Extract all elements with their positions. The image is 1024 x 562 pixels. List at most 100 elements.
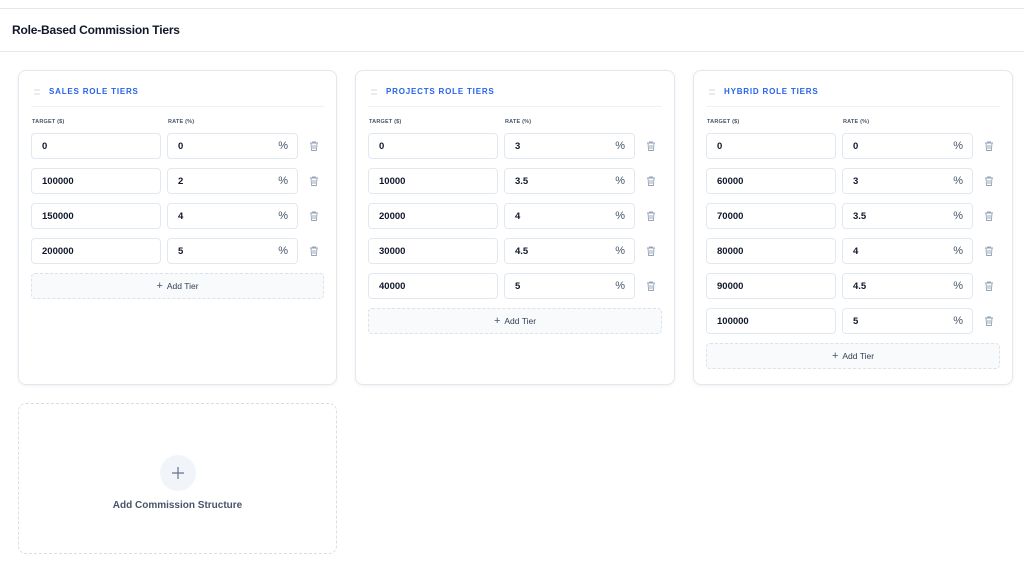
trash-icon[interactable]	[645, 245, 657, 257]
trash-icon[interactable]	[983, 245, 995, 257]
rate-input[interactable]: 2%	[167, 168, 298, 194]
add-tier-button[interactable]: + Add Tier	[31, 273, 324, 299]
tier-row: 200000 5%	[31, 238, 324, 264]
tier-row: 70000 3.5%	[706, 203, 1000, 229]
rate-value: 3	[515, 140, 521, 152]
rate-value: 4.5	[853, 280, 867, 292]
column-headers: TARGET ($) RATE (%)	[31, 119, 324, 133]
rate-input[interactable]: 5%	[167, 238, 298, 264]
add-commission-structure-button[interactable]: Add Commission Structure	[18, 403, 337, 554]
rate-column-header: RATE (%)	[843, 119, 870, 125]
rate-input[interactable]: 3%	[504, 133, 635, 159]
tier-row: 20000 4%	[368, 203, 662, 229]
rate-column-header: RATE (%)	[505, 119, 532, 125]
trash-icon[interactable]	[645, 175, 657, 187]
rate-input[interactable]: 3.5%	[842, 203, 973, 229]
page-title: Role-Based Commission Tiers	[12, 23, 180, 37]
tier-row: 0 0%	[706, 133, 1000, 159]
tier-row: 30000 4.5%	[368, 238, 662, 264]
drag-handle-icon[interactable]	[33, 88, 41, 96]
target-input[interactable]: 90000	[706, 273, 836, 299]
trash-icon[interactable]	[645, 140, 657, 152]
add-tier-label: Add Tier	[504, 316, 537, 326]
rate-value: 5	[515, 280, 521, 292]
drag-handle-icon[interactable]	[370, 88, 378, 96]
rate-input[interactable]: 5%	[842, 308, 973, 334]
add-tier-label: Add Tier	[842, 351, 875, 361]
tier-row: 40000 5%	[368, 273, 662, 299]
target-input[interactable]: 70000	[706, 203, 836, 229]
percent-suffix: %	[953, 280, 963, 292]
percent-suffix: %	[615, 140, 625, 152]
tier-row: 90000 4.5%	[706, 273, 1000, 299]
tier-row: 100000 2%	[31, 168, 324, 194]
target-input[interactable]: 100000	[706, 308, 836, 334]
target-input[interactable]: 150000	[31, 203, 161, 229]
rate-input[interactable]: 4%	[504, 203, 635, 229]
target-input[interactable]: 0	[368, 133, 498, 159]
tier-row: 0 3%	[368, 133, 662, 159]
tier-row: 100000 5%	[706, 308, 1000, 334]
rate-input[interactable]: 5%	[504, 273, 635, 299]
rate-value: 0	[178, 140, 184, 152]
target-input[interactable]: 40000	[368, 273, 498, 299]
tier-row: 80000 4%	[706, 238, 1000, 264]
target-input[interactable]: 30000	[368, 238, 498, 264]
target-column-header: TARGET ($)	[707, 119, 740, 125]
card-header: PROJECTS ROLE TIERS	[368, 71, 662, 107]
trash-icon[interactable]	[308, 210, 320, 222]
rate-input[interactable]: 4.5%	[504, 238, 635, 264]
trash-icon[interactable]	[308, 245, 320, 257]
rate-input[interactable]: 4%	[842, 238, 973, 264]
trash-icon[interactable]	[308, 175, 320, 187]
rate-input[interactable]: 0%	[842, 133, 973, 159]
rate-input[interactable]: 4%	[167, 203, 298, 229]
trash-icon[interactable]	[983, 175, 995, 187]
rate-value: 4	[515, 210, 521, 222]
target-input[interactable]: 10000	[368, 168, 498, 194]
target-input[interactable]: 80000	[706, 238, 836, 264]
projects-tiers-card: PROJECTS ROLE TIERS TARGET ($) RATE (%) …	[355, 70, 675, 385]
trash-icon[interactable]	[645, 280, 657, 292]
target-input[interactable]: 100000	[31, 168, 161, 194]
target-input[interactable]: 200000	[31, 238, 161, 264]
plus-icon	[171, 466, 184, 479]
drag-handle-icon[interactable]	[708, 88, 716, 96]
trash-icon[interactable]	[308, 140, 320, 152]
percent-suffix: %	[953, 210, 963, 222]
rate-input[interactable]: 4.5%	[842, 273, 973, 299]
percent-suffix: %	[615, 175, 625, 187]
column-headers: TARGET ($) RATE (%)	[368, 119, 662, 133]
rate-input[interactable]: 3.5%	[504, 168, 635, 194]
rate-input[interactable]: 0%	[167, 133, 298, 159]
sales-tiers-card: SALES ROLE TIERS TARGET ($) RATE (%) 0 0…	[18, 70, 337, 385]
rate-value: 3	[853, 175, 859, 187]
add-tier-button[interactable]: + Add Tier	[368, 308, 662, 334]
target-input[interactable]: 0	[31, 133, 161, 159]
trash-icon[interactable]	[983, 315, 995, 327]
card-title: PROJECTS ROLE TIERS	[386, 87, 495, 96]
percent-suffix: %	[278, 245, 288, 257]
add-tier-button[interactable]: + Add Tier	[706, 343, 1000, 369]
column-headers: TARGET ($) RATE (%)	[706, 119, 1000, 133]
target-input[interactable]: 0	[706, 133, 836, 159]
trash-icon[interactable]	[983, 280, 995, 292]
trash-icon[interactable]	[983, 210, 995, 222]
rate-value: 0	[853, 140, 859, 152]
rate-value: 2	[178, 175, 184, 187]
percent-suffix: %	[615, 280, 625, 292]
rate-column-header: RATE (%)	[168, 119, 195, 125]
trash-icon[interactable]	[983, 140, 995, 152]
tier-row: 0 0%	[31, 133, 324, 159]
rate-value: 4	[853, 245, 859, 257]
target-input[interactable]: 20000	[368, 203, 498, 229]
target-input[interactable]: 60000	[706, 168, 836, 194]
page-header: Role-Based Commission Tiers	[0, 8, 1024, 52]
tier-row: 10000 3.5%	[368, 168, 662, 194]
trash-icon[interactable]	[645, 210, 657, 222]
percent-suffix: %	[953, 245, 963, 257]
rate-value: 5	[853, 315, 859, 327]
plus-icon: +	[831, 350, 839, 362]
rate-value: 5	[178, 245, 184, 257]
rate-input[interactable]: 3%	[842, 168, 973, 194]
